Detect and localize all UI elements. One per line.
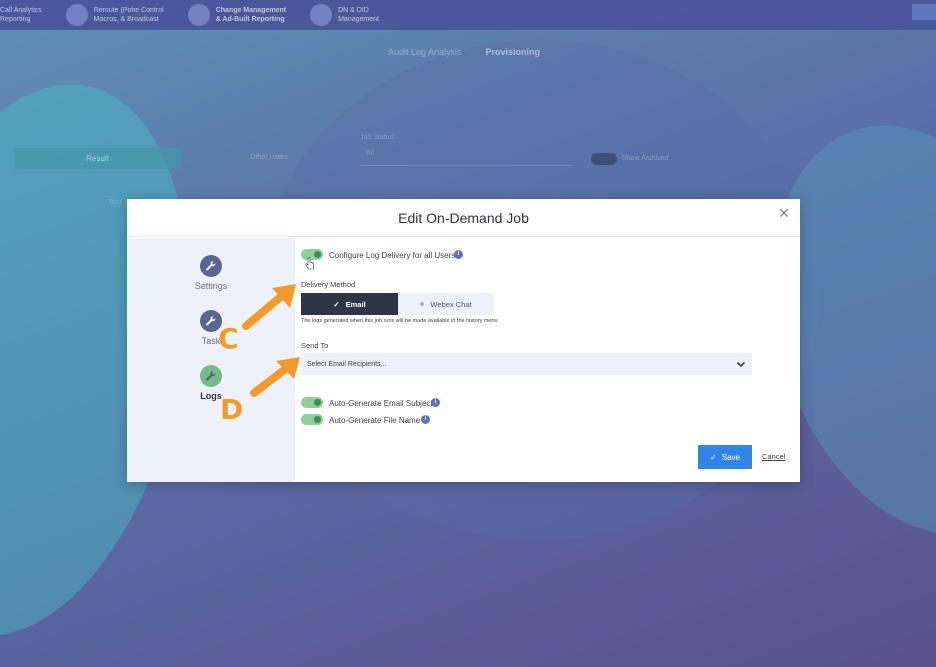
sidebar-item-label: Settings bbox=[194, 281, 228, 291]
delivery-option-email[interactable]: ✓ Email bbox=[301, 293, 398, 315]
nav-sublabel: Reporting bbox=[0, 16, 31, 23]
show-archived-toggle[interactable] bbox=[591, 153, 617, 165]
info-icon[interactable]: i bbox=[421, 415, 430, 424]
modal-header: Edit On-Demand Job ✕ bbox=[127, 199, 800, 237]
nav-icon bbox=[310, 4, 333, 26]
option-label: Webex Chat bbox=[430, 299, 472, 309]
job-status-label: Job Status bbox=[360, 134, 394, 141]
job-status-value: All bbox=[366, 150, 374, 157]
nav-sublabel: & Ad-Built Reporting bbox=[215, 16, 285, 23]
nav-sublabel: Management bbox=[338, 16, 379, 23]
nav-label: Change Management bbox=[215, 7, 287, 14]
subtab-bar: Audit Log Analysis Provisioning bbox=[388, 47, 540, 57]
nav-icon bbox=[187, 4, 210, 26]
check-icon: ✓ bbox=[333, 299, 340, 309]
nav-label: Reroute (Pohe Control bbox=[93, 7, 164, 14]
option-label: Email bbox=[345, 299, 366, 309]
info-icon[interactable]: i bbox=[431, 398, 440, 407]
nav-label: DN & DID bbox=[338, 7, 369, 14]
wrench-icon bbox=[200, 365, 222, 387]
nav-label: Call Analytics bbox=[0, 7, 42, 14]
top-navigation: Call Analytics Reporting Reroute (Pohe C… bbox=[0, 0, 936, 30]
table-header: Tem bbox=[108, 199, 122, 206]
save-label: Save bbox=[721, 452, 740, 462]
nav-item-change-management[interactable]: Change Management & Ad-Built Reporting bbox=[187, 4, 287, 26]
nav-item-reroute[interactable]: Reroute (Pohe Control Macros, & Broadcas… bbox=[65, 4, 164, 26]
annotation-label-c: C bbox=[218, 322, 239, 355]
annotation-label-d: D bbox=[220, 393, 244, 426]
nav-item-dn-did[interactable]: DN & DID Management bbox=[310, 4, 379, 26]
auto-filename-toggle[interactable] bbox=[301, 414, 323, 425]
result-button[interactable]: Result bbox=[14, 148, 181, 169]
modal-title: Edit On-Demand Job bbox=[398, 209, 529, 226]
auto-subject-toggle[interactable] bbox=[301, 397, 323, 408]
close-icon[interactable]: ✕ bbox=[776, 205, 792, 221]
job-status-select[interactable]: All bbox=[360, 150, 572, 166]
send-to-label: Send To bbox=[301, 341, 329, 350]
delivery-option-webex-chat[interactable]: Webex Chat bbox=[398, 293, 494, 315]
users-filter-label: Other Users bbox=[250, 154, 288, 161]
sidebar-item-label: Logs bbox=[200, 391, 222, 401]
top-right-button[interactable] bbox=[912, 4, 936, 20]
modal-content: Configure Log Delivery for all Users i D… bbox=[295, 238, 800, 482]
nav-icon bbox=[65, 4, 88, 26]
delivery-method-label: Delivery Method bbox=[301, 280, 356, 289]
tab-audit-log-analysis[interactable]: Audit Log Analysis bbox=[388, 47, 462, 57]
select-placeholder: Select Email Recipients... bbox=[307, 360, 387, 368]
info-icon[interactable]: i bbox=[454, 250, 463, 259]
chevron-down-icon bbox=[736, 361, 746, 368]
hand-cursor-icon bbox=[305, 257, 314, 270]
wrench-icon bbox=[200, 255, 222, 277]
annotation-arrow-d bbox=[250, 357, 300, 397]
nav-item-call-analytics[interactable]: Call Analytics Reporting bbox=[0, 6, 42, 24]
nav-sublabel: Macros, & Broadcast bbox=[93, 16, 159, 23]
radio-dot-icon bbox=[420, 302, 425, 306]
show-archived-label: Show Archived bbox=[622, 155, 669, 162]
auto-filename-label: Auto-Generate File Name bbox=[329, 416, 421, 425]
email-recipients-select[interactable]: Select Email Recipients... bbox=[301, 353, 752, 375]
annotation-arrow-c bbox=[242, 284, 296, 330]
delivery-helper-text: The logs generated when this job runs wi… bbox=[301, 318, 498, 324]
check-icon: ✓ bbox=[710, 452, 717, 462]
configure-log-label: Configure Log Delivery for all Users bbox=[329, 251, 456, 260]
cancel-link[interactable]: Cancel bbox=[762, 452, 785, 461]
auto-subject-label: Auto-Generate Email Subject bbox=[329, 399, 433, 408]
tab-provisioning[interactable]: Provisioning bbox=[486, 47, 541, 57]
save-button[interactable]: ✓ Save bbox=[698, 445, 752, 469]
